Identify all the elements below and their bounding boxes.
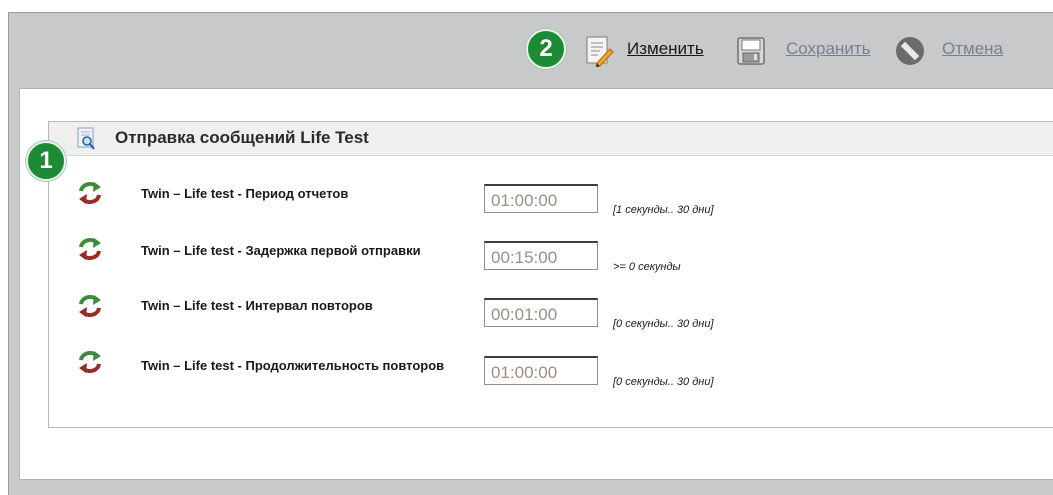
row-range-retry-interval: [0 секунды.. 30 дни]: [613, 318, 714, 330]
row-label-retry-duration: Twin – Life test - Продолжительность пов…: [141, 358, 445, 373]
retry-interval-input[interactable]: 00:01:00: [484, 298, 598, 327]
row-range-report-period: [1 секунды.. 30 дни]: [613, 204, 714, 216]
retry-duration-input[interactable]: 01:00:00: [484, 356, 598, 385]
refresh-arrows-icon: [79, 295, 101, 317]
edit-document-icon[interactable]: [585, 35, 615, 67]
edit-link[interactable]: Изменить: [627, 39, 704, 59]
section-title: Отправка сообщений Life Test: [115, 128, 369, 147]
row-label-report-period: Twin – Life test - Период отчетов: [141, 186, 349, 201]
cancel-link[interactable]: Отмена: [942, 39, 1003, 59]
refresh-arrows-icon: [79, 238, 101, 260]
save-disk-icon[interactable]: [736, 36, 766, 66]
search-document-icon: [77, 127, 95, 150]
refresh-arrows-icon: [79, 182, 101, 204]
report-period-input[interactable]: 01:00:00: [484, 184, 598, 213]
row-range-retry-duration: [0 секунды.. 30 дни]: [613, 376, 714, 388]
cancel-circle-icon[interactable]: [894, 35, 926, 67]
row-label-first-send-delay: Twin – Life test - Задержка первой отпра…: [141, 243, 421, 258]
row-range-first-send-delay: >= 0 секунды: [613, 261, 681, 273]
step-badge-2: 2: [526, 29, 566, 69]
refresh-arrows-icon: [79, 351, 101, 373]
row-label-retry-interval: Twin – Life test - Интервал повторов: [141, 298, 373, 313]
save-link[interactable]: Сохранить: [786, 39, 870, 59]
first-send-delay-input[interactable]: 00:15:00: [484, 241, 598, 270]
step-badge-1: 1: [26, 141, 66, 181]
